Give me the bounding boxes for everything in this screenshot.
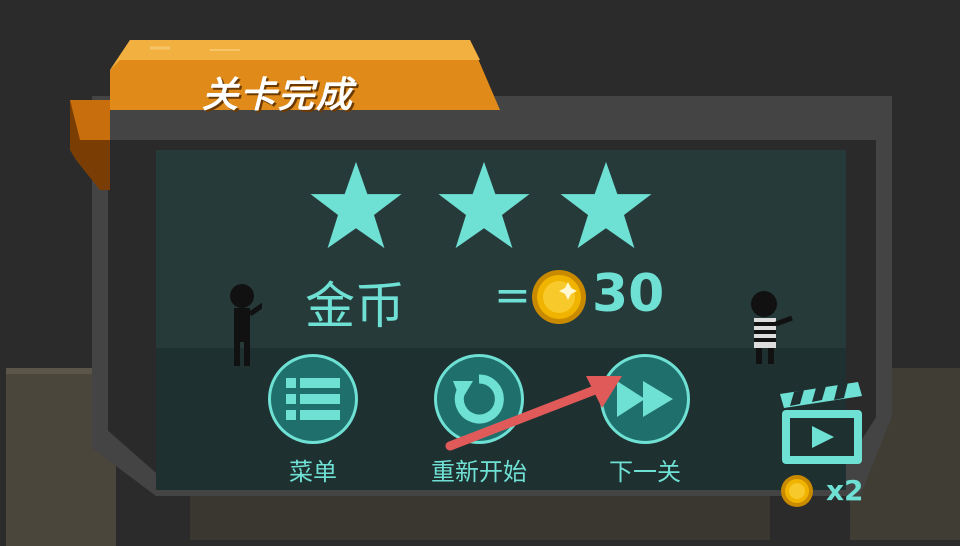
video-clapper-icon	[780, 382, 862, 464]
menu-button[interactable]	[268, 354, 358, 444]
stickman-prisoner	[744, 290, 794, 366]
list-icon	[286, 378, 340, 420]
star-1-icon	[306, 160, 406, 250]
star-3-icon	[556, 160, 656, 250]
stickman-left	[222, 282, 284, 368]
coins-label: 金币	[305, 277, 405, 335]
hint-arrow-icon	[445, 376, 622, 451]
coin-icon	[530, 268, 588, 326]
coins-equals: =	[494, 270, 531, 321]
level-complete-title: 关卡完成	[202, 75, 355, 116]
star-2-icon	[434, 160, 534, 250]
bonus-multiplier: x2	[826, 474, 864, 507]
coins-amount: 30	[592, 264, 665, 324]
video-reward-button[interactable]	[776, 380, 866, 466]
menu-button-label[interactable]: 菜单	[233, 452, 393, 487]
bonus-coin-icon	[780, 474, 814, 508]
